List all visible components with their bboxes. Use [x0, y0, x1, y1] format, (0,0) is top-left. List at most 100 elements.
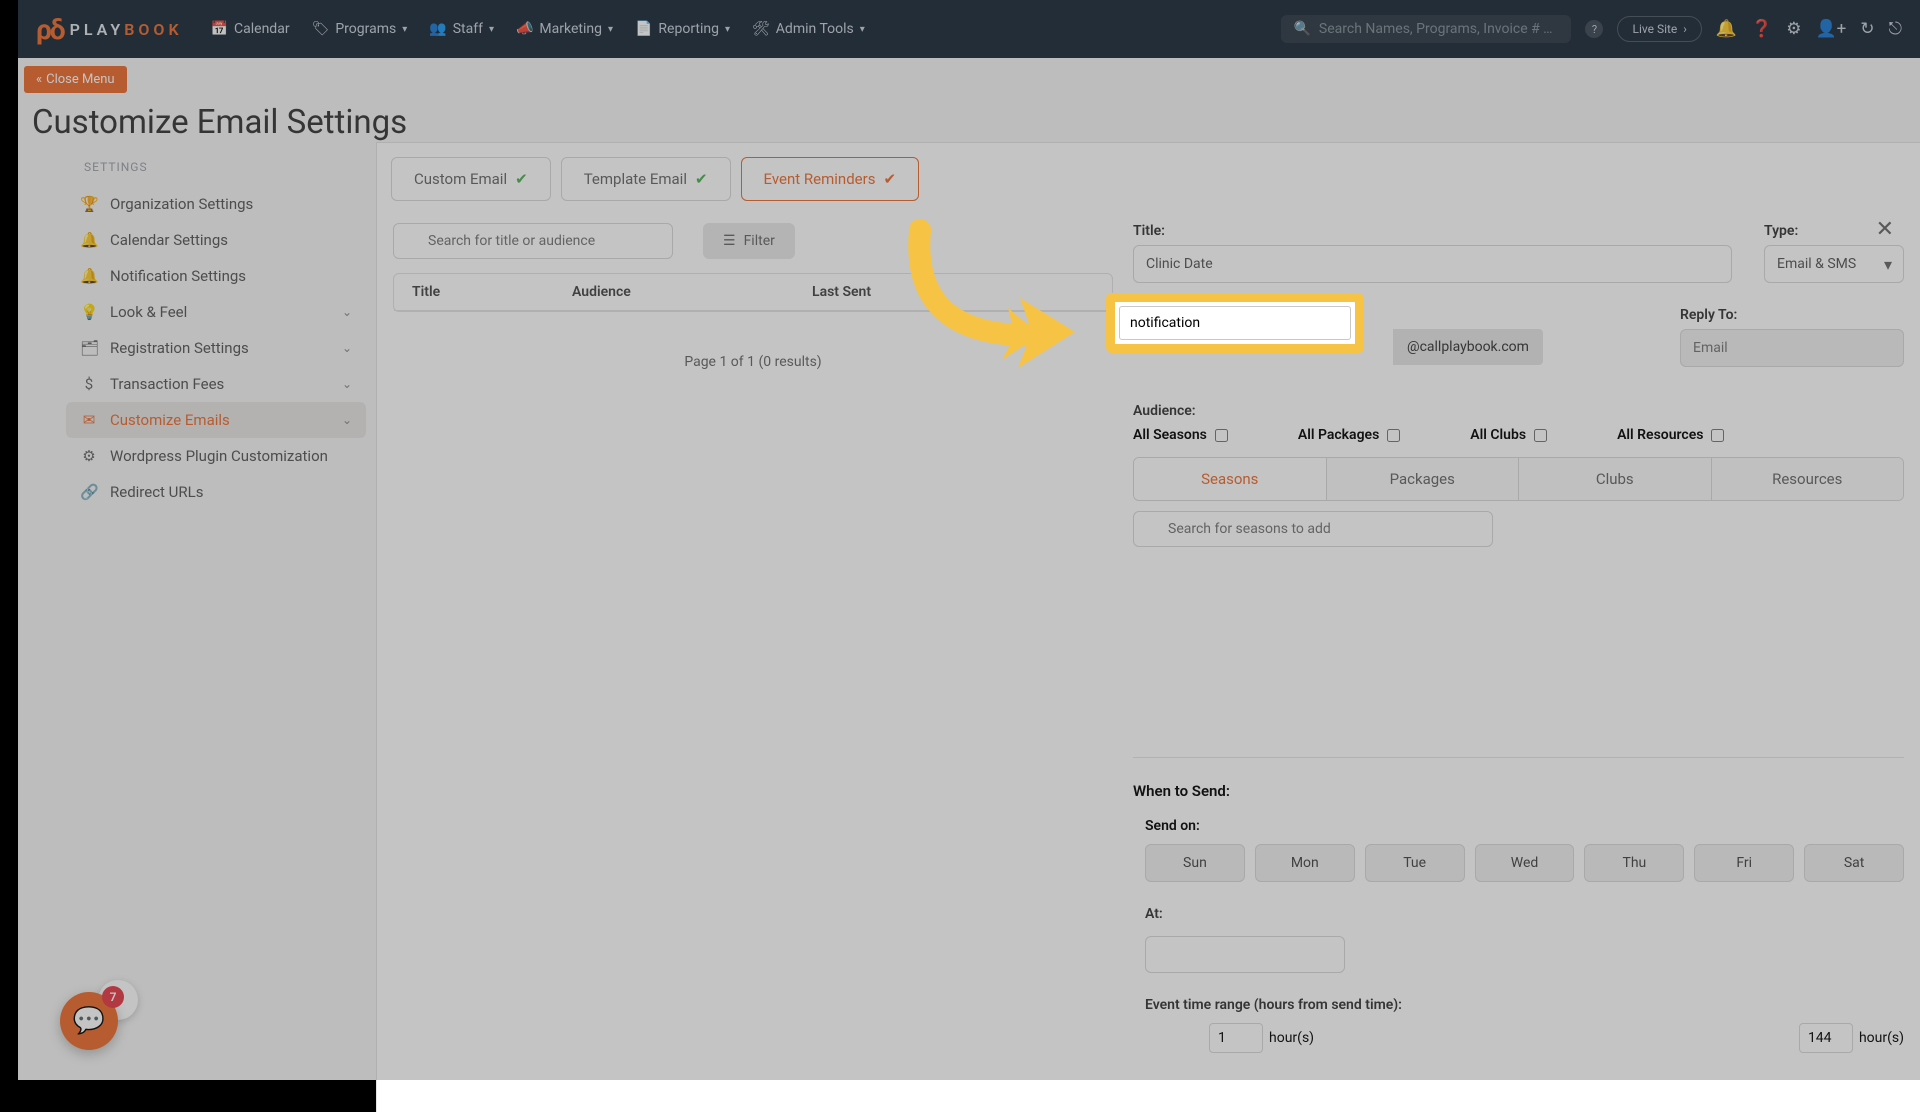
calendar-icon: 📅: [211, 21, 228, 37]
nav-admin-tools[interactable]: 🛠Admin Tools▾: [752, 21, 865, 37]
col-last-sent[interactable]: Last Sent: [812, 284, 1094, 300]
check-all-seasons[interactable]: All Seasons: [1133, 427, 1228, 443]
range-to-input[interactable]: [1799, 1023, 1853, 1053]
megaphone-icon: 📣: [516, 21, 533, 37]
history-icon[interactable]: ↻: [1860, 19, 1874, 39]
nav-reporting[interactable]: 📄Reporting▾: [635, 21, 730, 37]
title-label: Title:: [1133, 223, 1732, 239]
chevron-down-icon: ▾: [402, 24, 407, 35]
day-buttons: Sun Mon Tue Wed Thu Fri Sat: [1145, 844, 1904, 882]
trophy-icon: 🏆: [80, 195, 98, 213]
title-input[interactable]: [1133, 245, 1732, 283]
sidebar-item-customize-emails[interactable]: ✉Customize Emails⌄: [66, 402, 366, 438]
tab-custom-email[interactable]: Custom Email✔: [391, 157, 551, 201]
hours-suffix: hour(s): [1269, 1030, 1314, 1046]
sidebar-item-transaction-fees[interactable]: $Transaction Fees⌄: [66, 366, 366, 402]
audience-label: Audience:: [1133, 403, 1904, 419]
reply-to-label: Reply To:: [1680, 307, 1904, 323]
chat-icon: 💬: [73, 1006, 105, 1036]
sidebar-item-calendar-settings[interactable]: 🔔Calendar Settings: [66, 222, 366, 258]
bell-icon: 🔔: [80, 231, 98, 249]
audience-tabs: Seasons Packages Clubs Resources: [1133, 457, 1904, 501]
envelope-icon: ✉: [80, 411, 98, 429]
day-fri[interactable]: Fri: [1694, 844, 1794, 882]
gear-icon[interactable]: ⚙: [1786, 19, 1801, 39]
day-wed[interactable]: Wed: [1475, 844, 1575, 882]
sidebar: SETTINGS 🏆Organization Settings 🔔Calenda…: [18, 142, 376, 1112]
live-site-button[interactable]: Live Site›: [1617, 16, 1701, 42]
help-badge-icon[interactable]: ?: [1585, 20, 1603, 38]
global-search[interactable]: 🔍Search Names, Programs, Invoice # …: [1281, 15, 1571, 43]
search-placeholder: Search Names, Programs, Invoice # …: [1319, 21, 1553, 37]
nav-marketing[interactable]: 📣Marketing▾: [516, 21, 613, 37]
nav-calendar[interactable]: 📅Calendar: [211, 21, 290, 37]
pager-text: Page 1 of 1 (0 results): [393, 312, 1113, 412]
day-sun[interactable]: Sun: [1145, 844, 1245, 882]
day-sat[interactable]: Sat: [1804, 844, 1904, 882]
help-icon[interactable]: ❓: [1751, 19, 1772, 39]
check-icon: ✔: [515, 170, 528, 188]
sidebar-item-redirect-urls[interactable]: 🔗Redirect URLs: [66, 474, 366, 510]
col-title[interactable]: Title: [412, 284, 572, 300]
aud-tab-seasons[interactable]: Seasons: [1134, 458, 1327, 500]
tag-icon: 🏷: [312, 21, 330, 37]
reply-to-input[interactable]: [1680, 329, 1904, 367]
at-time-input[interactable]: [1145, 936, 1345, 973]
aud-tab-resources[interactable]: Resources: [1712, 458, 1904, 500]
close-icon[interactable]: ✕: [1876, 217, 1894, 242]
tab-template-email[interactable]: Template Email✔: [561, 157, 731, 201]
reminders-table: Title Audience Last Sent: [393, 273, 1113, 312]
chevron-left-icon: «: [36, 72, 42, 87]
day-mon[interactable]: Mon: [1255, 844, 1355, 882]
form-icon: 🗂: [80, 339, 98, 357]
bell-icon[interactable]: 🔔: [1716, 19, 1737, 39]
logo-mark-icon: ρδ: [36, 13, 64, 46]
chevron-down-icon: ▾: [725, 24, 730, 35]
audience-search-input[interactable]: [1133, 511, 1493, 547]
nav-right: 🔍Search Names, Programs, Invoice # … ? L…: [1281, 15, 1902, 43]
col-audience[interactable]: Audience: [572, 284, 812, 300]
table-header: Title Audience Last Sent: [394, 274, 1112, 311]
nav-items: 📅Calendar 🏷Programs▾ 👥Staff▾ 📣Marketing▾…: [211, 21, 865, 37]
close-menu-button[interactable]: «Close Menu: [24, 66, 127, 93]
sidebar-item-notification-settings[interactable]: 🔔Notification Settings: [66, 258, 366, 294]
chevron-down-icon: ▾: [489, 24, 494, 35]
sidebar-item-look-feel[interactable]: 💡Look & Feel⌄: [66, 294, 366, 330]
check-icon: ✔: [695, 170, 708, 188]
when-to-send-label: When to Send:: [1133, 782, 1904, 800]
nav-programs[interactable]: 🏷Programs▾: [312, 21, 408, 37]
day-tue[interactable]: Tue: [1365, 844, 1465, 882]
from-email-input[interactable]: [1119, 306, 1351, 340]
day-thu[interactable]: Thu: [1584, 844, 1684, 882]
list-search-wrap: [393, 223, 673, 259]
sidebar-item-registration-settings[interactable]: 🗂Registration Settings⌄: [66, 330, 366, 366]
reminders-list-panel: ☰Filter Title Audience Last Sent Page 1 …: [393, 223, 1113, 1053]
check-all-clubs[interactable]: All Clubs: [1470, 427, 1547, 443]
type-select[interactable]: [1764, 245, 1904, 283]
sidebar-item-wordpress-plugin[interactable]: ⚙Wordpress Plugin Customization: [66, 438, 366, 474]
range-label: Event time range (hours from send time):: [1145, 997, 1904, 1013]
list-search-input[interactable]: [393, 223, 673, 259]
from-email-domain: @callplaybook.com: [1393, 329, 1543, 365]
bulb-icon: 💡: [80, 303, 98, 321]
range-from-input[interactable]: [1209, 1023, 1263, 1053]
check-all-packages[interactable]: All Packages: [1298, 427, 1400, 443]
tab-event-reminders[interactable]: Event Reminders✔: [741, 157, 919, 201]
add-user-icon[interactable]: 👤+: [1815, 19, 1846, 39]
sidebar-item-organization-settings[interactable]: 🏆Organization Settings: [66, 186, 366, 222]
aud-tab-packages[interactable]: Packages: [1327, 458, 1520, 500]
content: Custom Email✔ Template Email✔ Event Remi…: [376, 142, 1920, 1112]
aud-tab-clubs[interactable]: Clubs: [1519, 458, 1712, 500]
logout-icon[interactable]: ⎋: [1889, 19, 1902, 39]
people-icon: 👥: [429, 21, 446, 37]
content-tabs: Custom Email✔ Template Email✔ Event Remi…: [377, 143, 1920, 201]
check-all-resources[interactable]: All Resources: [1617, 427, 1724, 443]
chat-widget[interactable]: 💬 7: [60, 992, 118, 1050]
logo[interactable]: ρδ PLAYBOOK: [36, 13, 183, 46]
filter-button[interactable]: ☰Filter: [703, 223, 795, 259]
chevron-down-icon: ⌄: [342, 305, 352, 319]
chevron-down-icon: ⌄: [342, 413, 352, 427]
nav-staff[interactable]: 👥Staff▾: [429, 21, 494, 37]
page-title: Customize Email Settings: [32, 103, 1920, 142]
filter-icon: ☰: [723, 233, 736, 249]
